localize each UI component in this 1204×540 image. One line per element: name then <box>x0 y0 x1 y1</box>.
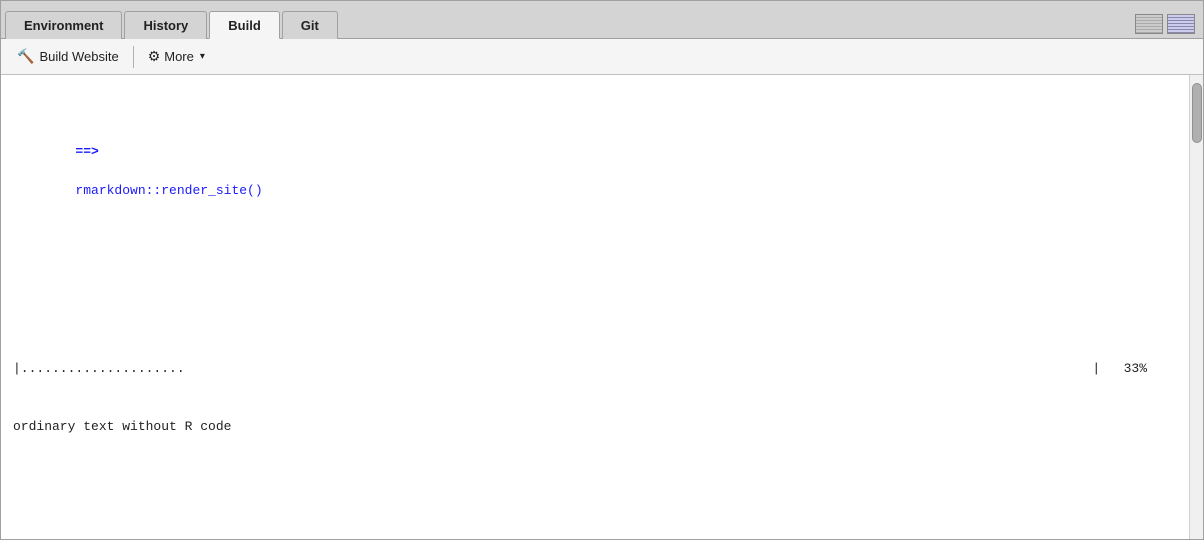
tab-git[interactable]: Git <box>282 11 338 39</box>
progress-dots-33: |..................... <box>13 359 1092 379</box>
window-controls <box>1135 14 1195 38</box>
tab-environment[interactable]: Environment <box>5 11 122 39</box>
dropdown-arrow-icon: ▾ <box>200 51 205 62</box>
toolbar: 🔨 Build Website ⚙ More ▾ <box>1 39 1203 75</box>
command-line: ==> rmarkdown::render_site() <box>13 122 1177 220</box>
command-arrow: ==> <box>75 144 98 159</box>
gap2 <box>13 495 1177 509</box>
more-button[interactable]: ⚙ More ▾ <box>140 45 213 68</box>
progress-pct-33: | 33% <box>1092 359 1177 379</box>
scrollbar[interactable] <box>1189 75 1203 539</box>
console-output[interactable]: ==> rmarkdown::render_site() |..........… <box>1 75 1189 539</box>
progress-row-33: |..................... | 33% <box>13 359 1177 379</box>
hammer-icon: 🔨 <box>17 48 34 65</box>
output-line-1: ordinary text without R code <box>13 417 1177 437</box>
tab-bar: Environment History Build Git <box>1 1 1203 39</box>
toolbar-divider <box>133 46 134 68</box>
scroll-thumb[interactable] <box>1192 83 1202 143</box>
gap1 <box>13 286 1177 300</box>
command-text: rmarkdown::render_site() <box>75 183 262 198</box>
content-area: ==> rmarkdown::render_site() |..........… <box>1 75 1203 539</box>
minimize-button[interactable] <box>1135 14 1163 34</box>
tab-history[interactable]: History <box>124 11 207 39</box>
maximize-button[interactable] <box>1167 14 1195 34</box>
build-website-button[interactable]: 🔨 Build Website <box>9 45 127 68</box>
gear-icon: ⚙ <box>148 48 161 65</box>
tab-build[interactable]: Build <box>209 11 280 39</box>
main-window: Environment History Build Git 🔨 Build We… <box>0 0 1204 540</box>
